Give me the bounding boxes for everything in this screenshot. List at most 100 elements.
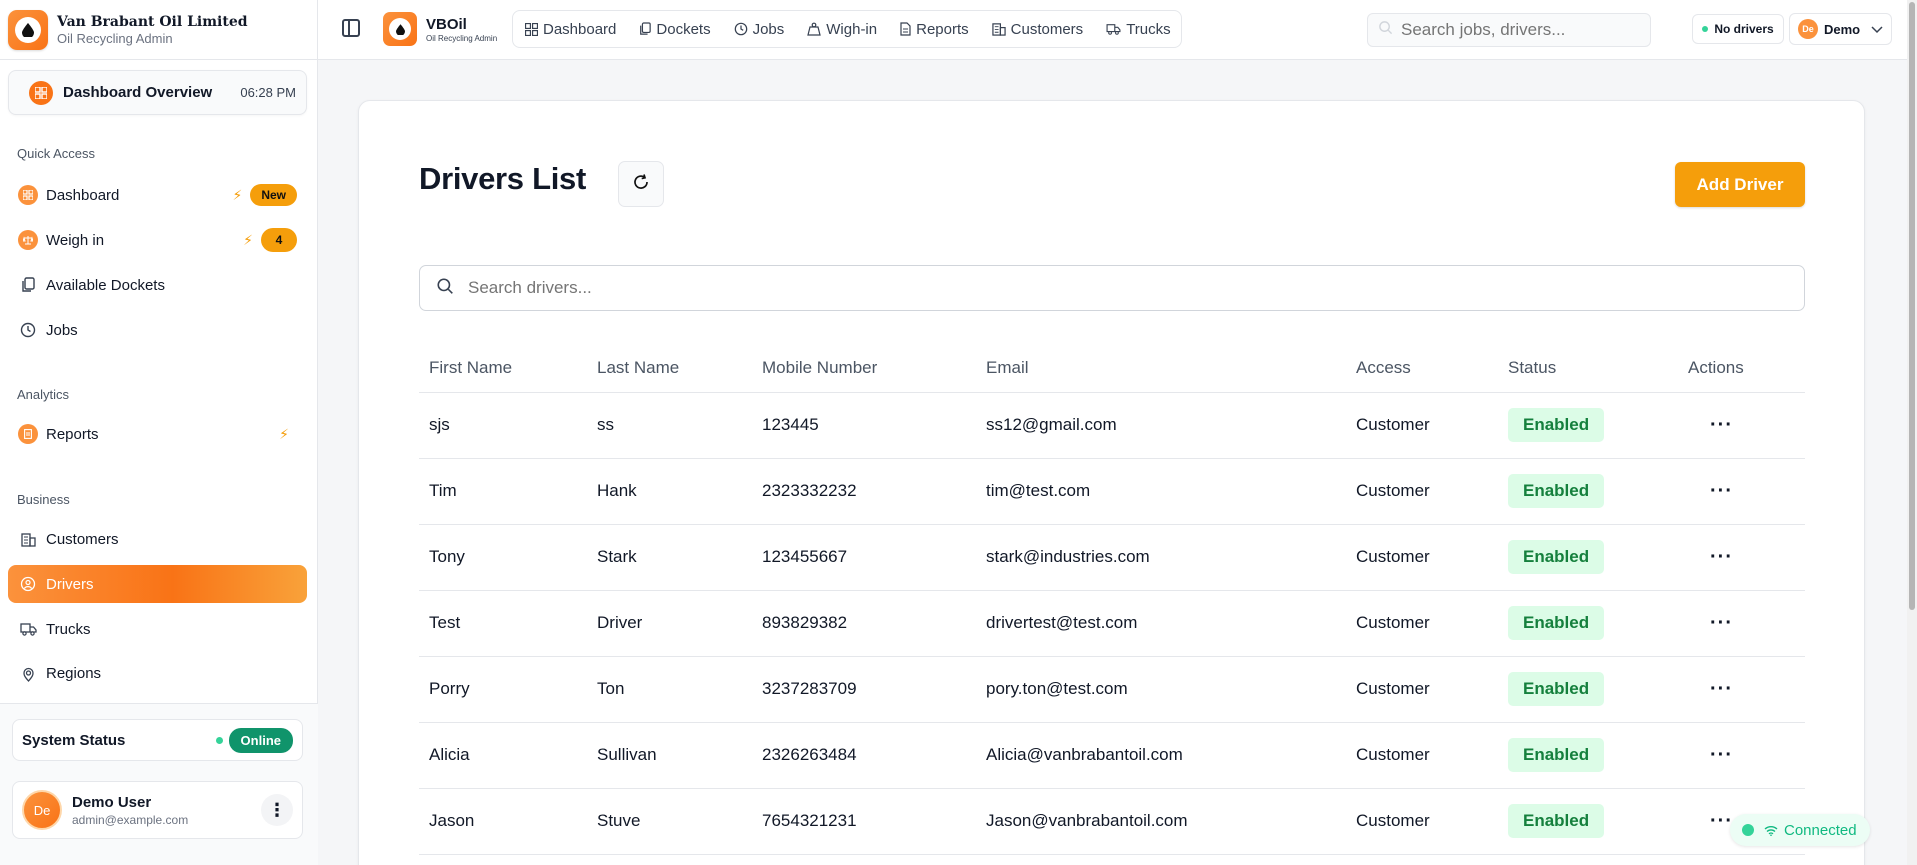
overview-label: Dashboard Overview	[63, 84, 213, 101]
clock-icon	[734, 22, 748, 36]
last-name-cell: Stark	[587, 524, 752, 591]
topnav-weigh-in[interactable]: Wigh-in	[807, 21, 877, 38]
more-vertical-icon[interactable]: ⋮	[261, 794, 293, 826]
mobile-cell: 7654321231	[752, 788, 976, 855]
search-icon	[1378, 20, 1393, 40]
mobile-cell: 893829382	[752, 590, 976, 657]
app-logo-icon[interactable]	[383, 12, 417, 46]
sidebar-item-weigh-in[interactable]: Weigh in ⚡ 4	[8, 221, 307, 259]
sidebar-item-trucks[interactable]: Trucks	[8, 610, 307, 648]
bolt-icon: ⚡	[232, 186, 243, 203]
table-row[interactable]: Porry Ton 3237283709 pory.ton@test.com Custo…	[419, 656, 1805, 723]
status-cell: Enabled	[1498, 656, 1678, 723]
sidebar-item-jobs[interactable]: Jobs	[8, 311, 307, 349]
sidebar-item-label: Regions	[46, 665, 102, 682]
driver-status-indicator[interactable]: No drivers	[1692, 14, 1784, 44]
topnav-customers[interactable]: Customers	[991, 20, 1084, 38]
topnav-trucks[interactable]: Trucks	[1106, 21, 1171, 38]
system-status: System Status Online	[12, 719, 303, 761]
brand-header: Van Brabant Oil Limited Oil Recycling Ad…	[0, 0, 317, 60]
scale-icon	[18, 230, 38, 250]
brand-logo-icon	[8, 9, 48, 50]
column-header[interactable]: First Name	[419, 344, 587, 393]
connection-label: Connected	[1784, 821, 1857, 839]
sidebar: Van Brabant Oil Limited Oil Recycling Ad…	[0, 0, 318, 865]
email-cell: stark@industries.com	[976, 524, 1346, 591]
sidebar-toggle-icon[interactable]	[342, 19, 360, 37]
add-driver-button[interactable]: Add Driver	[1675, 162, 1805, 207]
more-horizontal-icon[interactable]: ···	[1688, 744, 1733, 766]
online-badge: Online	[228, 727, 293, 753]
column-header[interactable]: Access	[1346, 344, 1498, 393]
last-name-cell: ss	[587, 392, 752, 459]
more-horizontal-icon[interactable]: ···	[1688, 810, 1733, 832]
column-header[interactable]: Mobile Number	[752, 344, 976, 393]
status-badge: Enabled	[1508, 672, 1605, 706]
account-menu-button[interactable]: De Demo	[1789, 13, 1892, 45]
page-scrollbar[interactable]	[1907, 0, 1917, 865]
more-horizontal-icon[interactable]: ···	[1688, 480, 1733, 502]
status-dot-icon	[215, 736, 223, 744]
driver-search-input[interactable]	[468, 278, 1768, 298]
file-icon	[18, 424, 38, 444]
status-cell: Enabled	[1498, 524, 1678, 591]
sidebar-item-label: Reports	[46, 425, 99, 443]
avatar: De	[22, 790, 62, 830]
page-title: Drivers List	[419, 161, 586, 196]
topnav-reports[interactable]: Reports	[900, 21, 969, 38]
more-horizontal-icon[interactable]: ···	[1688, 546, 1733, 568]
top-navigation: Dashboard Dockets Jobs Wigh-in Reports C…	[512, 10, 1182, 48]
more-horizontal-icon[interactable]: ···	[1688, 678, 1733, 700]
topnav-jobs[interactable]: Jobs	[734, 21, 784, 38]
table-row[interactable]: Tim Hank 2323332232 tim@test.com Customer Ena…	[419, 458, 1805, 525]
driver-search[interactable]	[419, 265, 1805, 311]
sidebar-item-reports[interactable]: Reports ⚡	[8, 415, 307, 453]
column-header[interactable]: Last Name	[587, 344, 752, 393]
topnav-label: Customers	[1010, 20, 1084, 38]
user-icon	[18, 574, 38, 594]
copy-icon	[639, 22, 652, 36]
table-row[interactable]: sjs ss 123445 ss12@gmail.com Customer Enabled…	[419, 392, 1805, 459]
mobile-cell: 3237283709	[752, 656, 976, 723]
topnav-dockets[interactable]: Dockets	[639, 21, 711, 38]
first-name-cell: sjs	[419, 392, 587, 459]
topnav-dashboard[interactable]: Dashboard	[525, 21, 616, 38]
sidebar-item-label: Customers	[46, 530, 119, 548]
scrollbar-thumb[interactable]	[1909, 2, 1915, 610]
sidebar-item-drivers[interactable]: Drivers	[8, 565, 307, 603]
dashboard-overview-card[interactable]: Dashboard Overview 06:28 PM	[8, 70, 307, 115]
wifi-icon	[1764, 825, 1778, 836]
actions-cell: ···	[1678, 458, 1805, 525]
table-row[interactable]: Test Driver 893829382 drivertest@test.com Cu…	[419, 590, 1805, 657]
email-cell: ss12@gmail.com	[976, 392, 1346, 459]
actions-cell: ···	[1678, 590, 1805, 657]
first-name-cell: Porry	[419, 656, 587, 723]
sidebar-item-customers[interactable]: Customers	[8, 520, 307, 558]
sidebar-item-label: Drivers	[46, 575, 94, 593]
user-card[interactable]: De Demo User admin@example.com ⋮	[12, 781, 303, 839]
table-row[interactable]: Tony Stark 123455667 stark@industries.com Cu…	[419, 524, 1805, 591]
topnav-label: Wigh-in	[826, 20, 878, 38]
overview-time: 06:28 PM	[240, 85, 296, 100]
section-label-quick-access: Quick Access	[17, 146, 96, 161]
table-row[interactable]: Jason Stuve 7654321231 Jason@vanbrabantoil.…	[419, 788, 1805, 855]
more-horizontal-icon[interactable]: ···	[1688, 414, 1733, 436]
global-search-input[interactable]	[1401, 20, 1640, 40]
building-icon	[18, 529, 38, 549]
sidebar-item-regions[interactable]: Regions	[8, 655, 307, 685]
sidebar-item-dashboard[interactable]: Dashboard ⚡ New	[8, 176, 307, 214]
last-name-cell: Driver	[587, 590, 752, 657]
refresh-button[interactable]	[618, 161, 664, 207]
more-horizontal-icon[interactable]: ···	[1688, 612, 1733, 634]
status-badge: Enabled	[1508, 738, 1605, 772]
sidebar-item-available-dockets[interactable]: Available Dockets	[8, 266, 307, 304]
column-header[interactable]: Status	[1498, 344, 1678, 393]
global-search[interactable]	[1367, 13, 1651, 47]
status-cell: Enabled	[1498, 788, 1678, 855]
column-header[interactable]: Email	[976, 344, 1346, 393]
user-email: admin@example.com	[72, 812, 189, 827]
last-name-cell: Ton	[587, 656, 752, 723]
first-name-cell: Jason	[419, 788, 587, 855]
table-row[interactable]: Alicia Sullivan 2326263484 Alicia@vanbraban…	[419, 722, 1805, 789]
actions-cell: ···	[1678, 392, 1805, 459]
